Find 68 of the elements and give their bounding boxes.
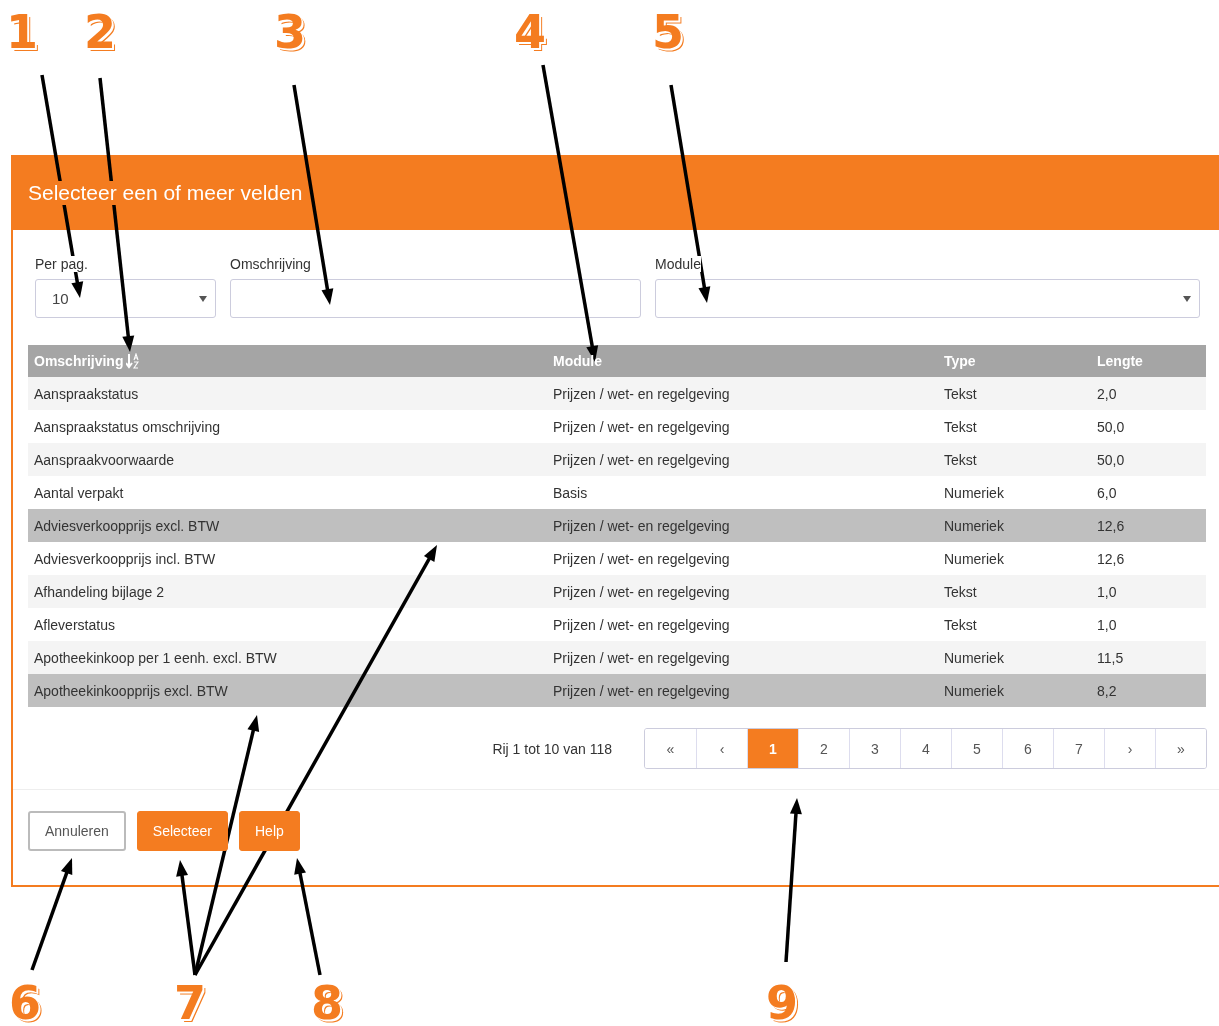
table-cell-text: Tekst — [943, 583, 978, 600]
callout-number: 1 — [6, 9, 38, 55]
table-cell-text: Prijzen / wet- en regelgeving — [552, 616, 731, 633]
table-cell-text: 1,0 — [1096, 583, 1118, 600]
table-cell-text: Tekst — [943, 451, 978, 468]
callout-number: 6 — [9, 980, 41, 1026]
callout-number: 3 — [274, 9, 306, 55]
table-cell-text: Apotheekinkoopprijs excl. BTW — [33, 682, 229, 699]
field-label: Omschrijving — [230, 256, 311, 272]
table-cell-text: Tekst — [943, 385, 978, 402]
callout-number: 5 — [652, 9, 684, 55]
table-cell-text: Numeriek — [943, 550, 1005, 567]
table-cell-text: 12,6 — [1096, 550, 1126, 567]
callout-number: 9 — [766, 980, 798, 1026]
cancel-button[interactable]: Annuleren — [28, 811, 126, 851]
table-cell-text: Prijzen / wet- en regelgeving — [552, 418, 731, 435]
sort-icon[interactable] — [126, 353, 141, 369]
table-cell-text: 11,5 — [1096, 649, 1125, 666]
callout-number: 4 — [514, 9, 546, 55]
table-cell-text: 12,6 — [1096, 517, 1126, 534]
table-row[interactable]: Aanspraakstatus Prijzen / wet- en regelgeving Tekst 2,0 — [28, 377, 1206, 410]
table-cell-text: Prijzen / wet- en regelgeving — [552, 550, 731, 567]
callout-number: 2 — [84, 9, 116, 55]
table-row[interactable]: Aanspraakvoorwaarde Prijzen / wet- en regelgeving Tekst 50,0 — [28, 443, 1206, 476]
table-cell-text: Aanspraakstatus — [33, 385, 140, 402]
table-row[interactable]: Apotheekinkoopprijs excl. BTW Prijzen / wet- en regelgeving Numeriek 8,2 — [28, 674, 1206, 707]
table-cell-text: 1,0 — [1096, 616, 1118, 633]
table-cell-text: 50,0 — [1096, 418, 1126, 435]
table-cell-text: Numeriek — [943, 682, 1005, 699]
table-cell-text: 6,0 — [1096, 484, 1118, 501]
table-cell-text: Prijzen / wet- en regelgeving — [552, 583, 731, 600]
table-cell-text: Tekst — [943, 616, 978, 633]
table-cell-text: Numeriek — [943, 484, 1005, 501]
caret-icon — [1183, 295, 1191, 302]
table-cell-text: Afhandeling bijlage 2 — [33, 583, 165, 600]
table-cell-text: Afleverstatus — [33, 616, 116, 633]
row-count-text: Rij 1 tot 10 van 118 — [492, 740, 612, 757]
per-page-select[interactable]: 10 — [35, 279, 216, 318]
table-cell-text: Aanspraakstatus omschrijving — [33, 418, 221, 435]
caret-icon — [199, 295, 207, 302]
module-select[interactable] — [655, 279, 1200, 318]
field-label: Module — [655, 256, 701, 272]
callout-number: 8 — [311, 980, 343, 1026]
table-cell-text: Adviesverkoopprijs incl. BTW — [33, 550, 217, 567]
dialog-title: Selecteer een of meer velden — [28, 180, 303, 205]
table-cell-text: Prijzen / wet- en regelgeving — [552, 517, 731, 534]
field-label: Per pag. — [35, 256, 88, 272]
callout-number: 7 — [174, 980, 206, 1026]
page-button[interactable]: » — [1155, 729, 1206, 768]
description-input[interactable] — [230, 279, 641, 318]
table-cell-text: Basis — [552, 484, 589, 501]
table-row[interactable]: Apotheekinkoop per 1 eenh. excl. BTW Prijzen / wet- en regelgeving Numeriek 11,5 — [28, 641, 1206, 674]
table-cell-text: Apotheekinkoop per 1 eenh. excl. BTW — [33, 649, 278, 666]
table-row[interactable]: Afhandeling bijlage 2 Prijzen / wet- en regelgeving Tekst 1,0 — [28, 575, 1206, 608]
table-cell-text: Adviesverkoopprijs excl. BTW — [33, 517, 221, 534]
table-cell-text: Aantal verpakt — [33, 484, 125, 501]
table-cell-text: 2,0 — [1096, 385, 1118, 402]
table-row[interactable]: Adviesverkoopprijs excl. BTW Prijzen / wet- en regelgeving Numeriek 12,6 — [28, 509, 1206, 542]
table-cell-text: Prijzen / wet- en regelgeving — [552, 682, 731, 699]
table-cell-text: Prijzen / wet- en regelgeving — [552, 385, 731, 402]
table-cell-text: Tekst — [943, 418, 978, 435]
table-cell-text: 50,0 — [1096, 451, 1126, 468]
table-cell-text: Prijzen / wet- en regelgeving — [552, 649, 731, 666]
table-cell-text: Numeriek — [943, 517, 1005, 534]
table-cell-text: Aanspraakvoorwaarde — [33, 451, 176, 468]
table-cell-text: 8,2 — [1096, 682, 1118, 699]
table-cell-text: Numeriek — [943, 649, 1005, 666]
table-cell-text: Prijzen / wet- en regelgeving — [552, 451, 731, 468]
